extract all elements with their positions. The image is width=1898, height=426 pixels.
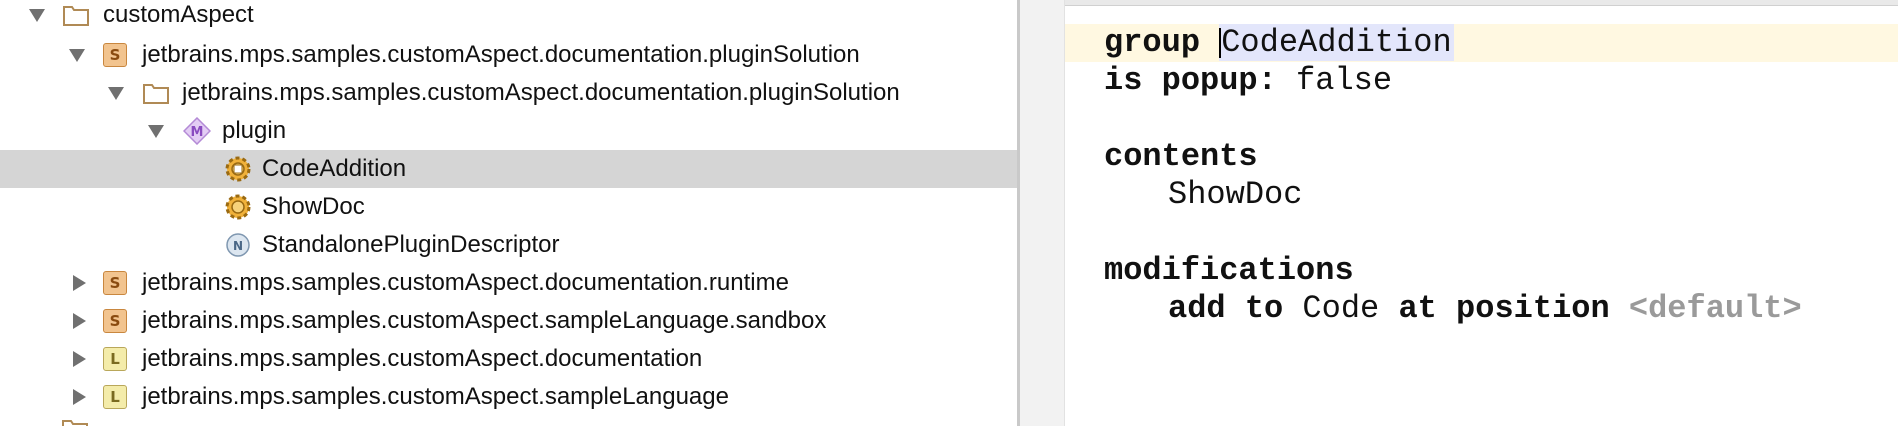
tree-row-plugin-solution[interactable]: S jetbrains.mps.samples.customAspect.doc…: [0, 36, 1017, 74]
tree-row-label: StandalonePluginDescriptor: [262, 231, 560, 258]
code-line-contents-item[interactable]: ShowDoc: [1168, 176, 1302, 214]
tree-row-label: jetbrains.mps.samples.customAspect.docum…: [142, 345, 703, 372]
tree-row-showdoc[interactable]: ShowDoc: [0, 188, 1017, 226]
tree-row-codeaddition[interactable]: CodeAddition: [0, 150, 1017, 188]
expand-toggle[interactable]: [106, 83, 126, 103]
folder-icon: [62, 418, 88, 426]
model-icon: M: [183, 117, 211, 145]
tree-row-label: plugin: [222, 117, 287, 144]
contents-item-cell[interactable]: ShowDoc: [1168, 176, 1302, 213]
expand-toggle[interactable]: [69, 273, 89, 293]
action-icon: [224, 193, 252, 221]
expand-toggle[interactable]: [146, 121, 166, 141]
solution-icon: S: [101, 41, 129, 69]
code-editor[interactable]: group CodeAddition is popup: false conte…: [1020, 0, 1898, 426]
tree-row-label: jetbrains.mps.samples.customAspect.docum…: [142, 41, 860, 68]
tree-row-label: CodeAddition: [262, 155, 407, 182]
language-icon: L: [101, 345, 129, 373]
keyword-modifications: modifications: [1104, 252, 1354, 289]
keyword-is-popup: is popup:: [1104, 62, 1277, 99]
tree-row-samplelanguage-sandbox[interactable]: S jetbrains.mps.samples.customAspect.sam…: [0, 302, 1017, 340]
solution-icon: S: [101, 269, 129, 297]
tree-row-standalone-plugin-descriptor[interactable]: N StandalonePluginDescriptor: [0, 226, 1017, 264]
editor-gutter: [1020, 0, 1065, 426]
keyword-group: group: [1104, 24, 1201, 61]
tree-row-label: jetbrains.mps.samples.customAspect.sampl…: [142, 307, 827, 334]
folder-icon: [142, 79, 170, 107]
editor-top-border: [1020, 0, 1898, 6]
svg-text:M: M: [191, 125, 204, 140]
node-icon: N: [224, 231, 252, 259]
tree-row-label: jetbrains.mps.samples.customAspect.sampl…: [142, 383, 729, 410]
tree-row-plugin-solution-folder[interactable]: jetbrains.mps.samples.customAspect.docum…: [0, 74, 1017, 112]
code-line-group[interactable]: group CodeAddition: [1104, 24, 1454, 62]
language-icon: L: [101, 383, 129, 411]
tree-row-documentation-language[interactable]: L jetbrains.mps.samples.customAspect.doc…: [0, 340, 1017, 378]
tree-row-label: jetbrains.mps.samples.customAspect.docum…: [142, 269, 789, 296]
group-name-cell[interactable]: CodeAddition: [1219, 24, 1454, 61]
tree-row-documentation-runtime[interactable]: S jetbrains.mps.samples.customAspect.doc…: [0, 264, 1017, 302]
tree-row-customaspect[interactable]: customAspect: [0, 0, 1017, 34]
tree-row-label: jetbrains.mps.samples.customAspect.docum…: [182, 79, 900, 106]
action-group-icon: [224, 155, 252, 183]
tree-row-samplelanguage[interactable]: L jetbrains.mps.samples.customAspect.sam…: [0, 378, 1017, 416]
expand-toggle[interactable]: [67, 45, 87, 65]
code-line-add-to[interactable]: add to Code at position <default>: [1168, 290, 1802, 328]
code-line-modifications[interactable]: modifications: [1104, 252, 1354, 290]
keyword-contents: contents: [1104, 138, 1258, 175]
folder-icon: [62, 1, 90, 29]
keyword-at-position: at position: [1398, 290, 1610, 327]
expand-toggle[interactable]: [27, 5, 47, 25]
tree-row-label: customAspect: [103, 1, 254, 28]
add-to-target-cell[interactable]: Code: [1302, 290, 1379, 327]
keyword-add-to: add to: [1168, 290, 1284, 327]
expand-toggle[interactable]: [69, 349, 89, 369]
expand-toggle[interactable]: [69, 311, 89, 331]
position-placeholder-cell[interactable]: <default>: [1629, 290, 1802, 327]
project-tree[interactable]: customAspect S jetbrains.mps.samples.cus…: [0, 0, 1017, 426]
popup-value-cell[interactable]: false: [1296, 62, 1392, 99]
code-line-contents[interactable]: contents: [1104, 138, 1258, 176]
tree-row-label: ShowDoc: [262, 193, 365, 220]
solution-icon: S: [101, 307, 129, 335]
svg-text:N: N: [233, 239, 243, 253]
code-line-popup[interactable]: is popup: false: [1104, 62, 1392, 100]
tree-row-plugin[interactable]: M plugin: [0, 112, 1017, 150]
expand-toggle[interactable]: [69, 387, 89, 407]
